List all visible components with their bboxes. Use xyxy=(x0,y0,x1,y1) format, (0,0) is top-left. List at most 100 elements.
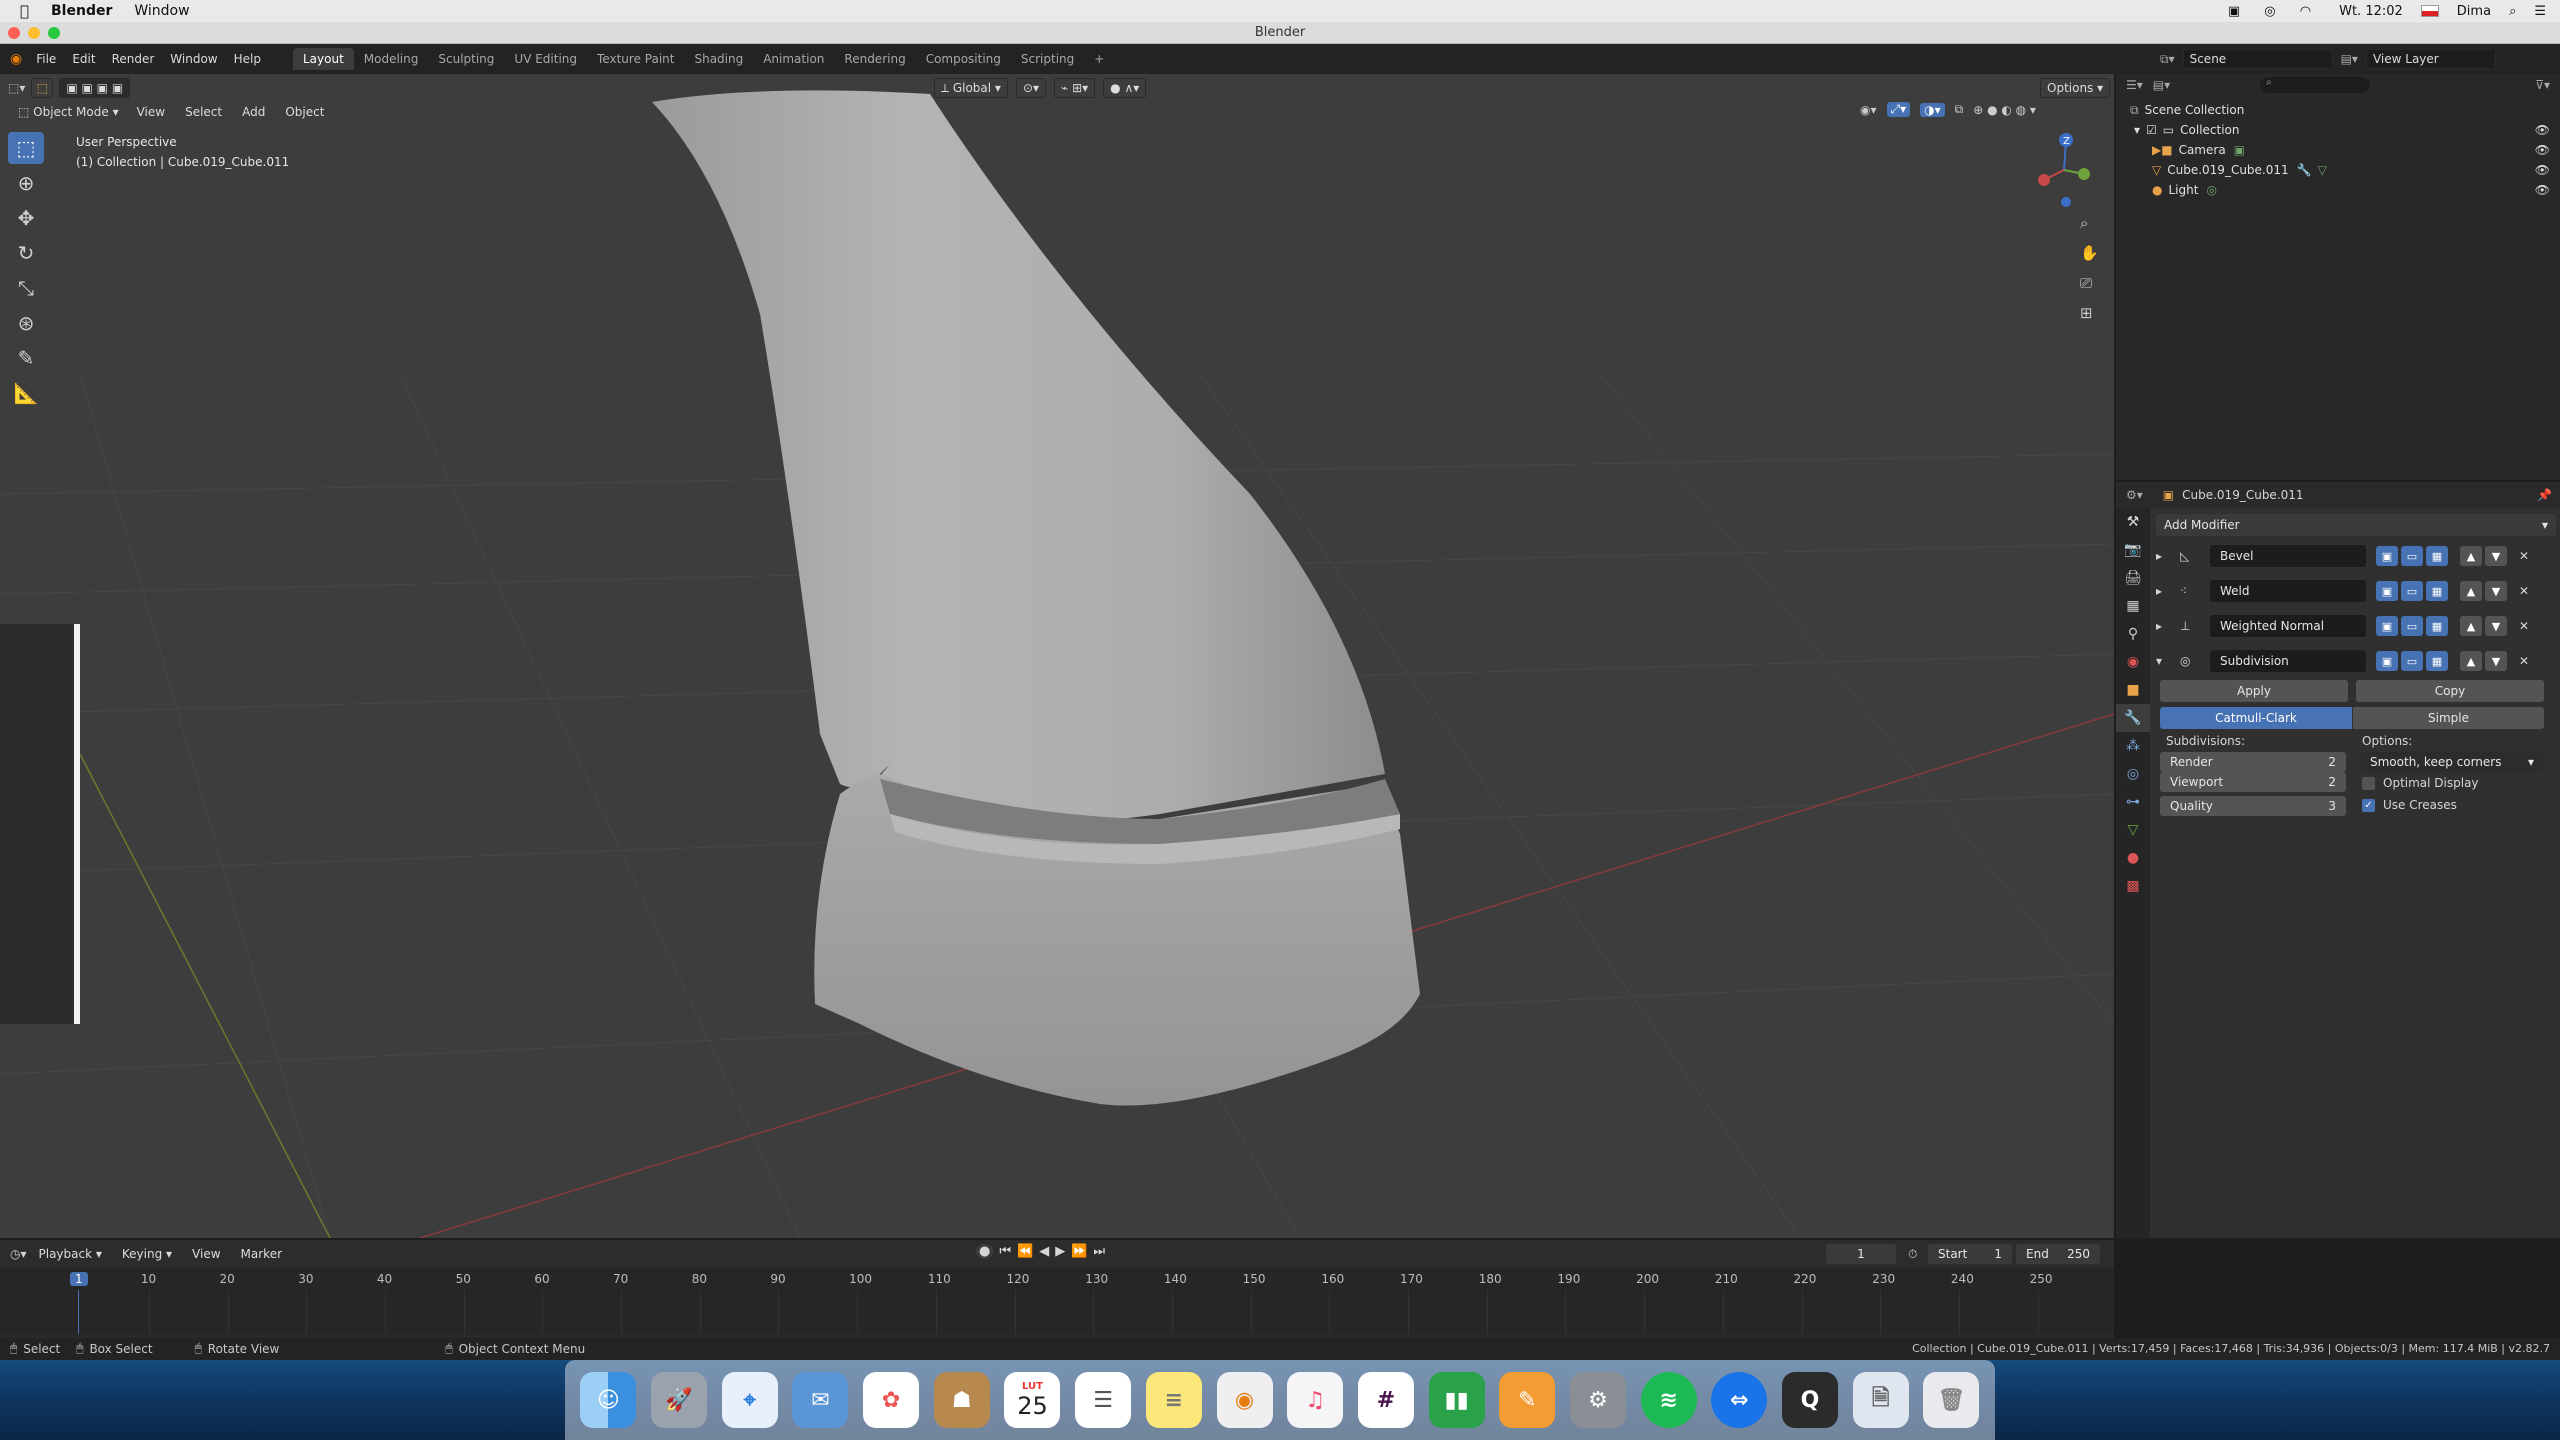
pin-icon[interactable]: 📌 xyxy=(2537,488,2552,502)
photos-icon[interactable]: ✿ xyxy=(863,1372,920,1428)
move-down-icon[interactable]: ▼ xyxy=(2485,651,2507,671)
tab-sculpting[interactable]: Sculpting xyxy=(428,48,504,70)
menu-timeline-view[interactable]: View xyxy=(184,1247,228,1261)
spotlight-icon[interactable]: ⌕ xyxy=(2509,4,2516,19)
pages-icon[interactable]: ✎ xyxy=(1499,1372,1556,1428)
outliner-scene-collection[interactable]: ⧉ Scene Collection xyxy=(2126,100,2550,120)
measure-tool-icon[interactable]: 📐 xyxy=(8,377,44,409)
move-tool-icon[interactable]: ✥ xyxy=(8,202,44,234)
modifier-name-field[interactable]: Weighted Normal xyxy=(2210,615,2366,637)
move-up-icon[interactable]: ▲ xyxy=(2460,616,2482,636)
modifier-subdivision[interactable]: ▾ ◎ Subdivision ▣ ▭ ▦ ▲ ▼ ✕ xyxy=(2156,647,2556,675)
render-toggle-icon[interactable]: ▦ xyxy=(2426,651,2448,671)
eye-icon[interactable]: 👁 xyxy=(2535,183,2550,197)
tab-texture-paint[interactable]: Texture Paint xyxy=(587,48,684,70)
render-toggle-icon[interactable]: ▦ xyxy=(2426,546,2448,566)
viewport-toggle-icon[interactable]: ▭ xyxy=(2401,616,2423,636)
camera-view-icon[interactable]: ⎚ xyxy=(2080,274,2099,292)
editmode-toggle-icon[interactable]: ▣ xyxy=(2376,581,2398,601)
modifier-weld[interactable]: ▸ ⁖ Weld ▣ ▭ ▦ ▲ ▼ ✕ xyxy=(2156,577,2556,605)
render-toggle-icon[interactable]: ▦ xyxy=(2426,616,2448,636)
rotate-tool-icon[interactable]: ↻ xyxy=(8,237,44,269)
blender-icon[interactable]: ◉ xyxy=(1216,1372,1273,1428)
object-tab-icon[interactable]: ■ xyxy=(2116,676,2150,704)
record-icon[interactable]: ● xyxy=(976,1244,994,1259)
simple-button[interactable]: Simple xyxy=(2353,707,2544,729)
outliner-item-light[interactable]: ● Light ◎ 👁 xyxy=(2126,180,2550,200)
expand-icon[interactable]: ▾ xyxy=(2156,654,2180,668)
modifier-tab-icon[interactable]: 🔧 xyxy=(2116,704,2150,732)
snap-toggle[interactable]: ⌁ ⊞▾ xyxy=(1054,78,1096,98)
transform-orientation-dropdown[interactable]: ⟂ Global ▾ xyxy=(934,78,1008,98)
uv-smooth-dropdown[interactable]: Smooth, keep corners ▾ xyxy=(2360,752,2544,772)
gizmo-toggle-icon[interactable]: ⤢▾ xyxy=(1886,102,1911,117)
select-mode-new-icon[interactable]: ⬚ xyxy=(31,78,54,98)
teamviewer-icon[interactable]: ⇔ xyxy=(1711,1372,1768,1428)
collapse-icon[interactable]: ▸ xyxy=(2156,584,2180,598)
outliner-collection[interactable]: ▾ ☑ ▭ Collection 👁 xyxy=(2126,120,2550,140)
jump-start-icon[interactable]: ⏮ xyxy=(999,1244,1011,1259)
viewport-toggle-icon[interactable]: ▭ xyxy=(2401,651,2423,671)
safari-icon[interactable]: ⌖ xyxy=(721,1372,778,1428)
ortho-grid-icon[interactable]: ⊞ xyxy=(2080,304,2099,322)
menu-select[interactable]: Select xyxy=(177,105,230,119)
menu-render[interactable]: Render xyxy=(104,52,163,66)
shading-mode-group[interactable]: ⊕ ● ◐ ◍ ▾ xyxy=(1973,103,2036,117)
zoom-icon-nav[interactable]: ⌕ xyxy=(2080,214,2099,232)
collapse-icon[interactable]: ▸ xyxy=(2156,549,2180,563)
menu-marker[interactable]: Marker xyxy=(233,1247,290,1261)
minimize-icon[interactable] xyxy=(28,27,40,39)
cursor-tool-icon[interactable]: ⊕ xyxy=(8,167,44,199)
tab-animation[interactable]: Animation xyxy=(753,48,834,70)
reminders-icon[interactable]: ☰ xyxy=(1075,1372,1132,1428)
camera-data-icon[interactable]: ▣ xyxy=(2234,143,2245,157)
modifier-name-field[interactable]: Weld xyxy=(2210,580,2366,602)
remove-modifier-icon[interactable]: ✕ xyxy=(2519,549,2529,563)
trash-icon[interactable]: 🗑 xyxy=(1923,1372,1980,1428)
modifier-bevel[interactable]: ▸ ◺ Bevel ▣ ▭ ▦ ▲ ▼ ✕ xyxy=(2156,542,2556,570)
status-icons[interactable]: ▣ ◎ ◠ xyxy=(2228,4,2321,19)
3d-viewport[interactable]: ⬚▾ ⬚ ▣ ▣ ▣ ▣ ⟂ Global ▾ ⊙▾ ⌁ ⊞▾ ● ∧▾ Opt… xyxy=(0,74,2114,1238)
filter-icon[interactable]: ⊽▾ xyxy=(2535,78,2550,92)
editmode-toggle-icon[interactable]: ▣ xyxy=(2376,546,2398,566)
proportional-edit-toggle[interactable]: ● ∧▾ xyxy=(1103,78,1147,98)
frame-ruler[interactable]: 1 10 20 30 40 50 60 70 80 90 100 110 120 130 140 150 160… xyxy=(0,1268,2114,1334)
user-name[interactable]: Dima xyxy=(2457,4,2491,19)
copy-button[interactable]: Copy xyxy=(2356,680,2544,702)
notes-icon[interactable]: ≡ xyxy=(1145,1372,1202,1428)
play-reverse-icon[interactable]: ◀ xyxy=(1039,1244,1049,1259)
tab-layout[interactable]: Layout xyxy=(292,48,354,70)
menu-window[interactable]: Window xyxy=(162,52,225,66)
output-tab-icon[interactable]: 🖨 xyxy=(2116,564,2150,592)
move-down-icon[interactable]: ▼ xyxy=(2485,546,2507,566)
stopwatch-icon[interactable]: ⏱ xyxy=(1908,1247,1917,1262)
flag-icon[interactable] xyxy=(2420,5,2439,17)
editmode-toggle-icon[interactable]: ▣ xyxy=(2376,651,2398,671)
end-frame-field[interactable]: End 250 xyxy=(2016,1244,2100,1264)
properties-type-icon[interactable]: ⚙▾ xyxy=(2126,488,2143,502)
zoom-icon[interactable] xyxy=(48,27,60,39)
quality-field[interactable]: Quality 3 xyxy=(2160,796,2346,816)
viewport-toggle-icon[interactable]: ▭ xyxy=(2401,546,2423,566)
annotate-tool-icon[interactable]: ✎ xyxy=(8,342,44,374)
physics-tab-icon[interactable]: ◎ xyxy=(2116,760,2150,788)
menu-object[interactable]: Object xyxy=(277,105,332,119)
slack-icon[interactable]: # xyxy=(1357,1372,1414,1428)
move-up-icon[interactable]: ▲ xyxy=(2460,651,2482,671)
current-frame-field[interactable]: 1 xyxy=(1826,1244,1896,1264)
texture-tab-icon[interactable]: ▩ xyxy=(2116,872,2150,900)
outliner-display-icon[interactable]: ▤▾ xyxy=(2153,78,2170,92)
visibility-icon[interactable]: ◉▾ xyxy=(1860,103,1877,117)
remove-modifier-icon[interactable]: ✕ xyxy=(2519,584,2529,598)
tab-modeling[interactable]: Modeling xyxy=(354,48,429,70)
render-levels-field[interactable]: Render 2 xyxy=(2160,752,2346,772)
render-toggle-icon[interactable]: ▦ xyxy=(2426,581,2448,601)
move-up-icon[interactable]: ▲ xyxy=(2460,546,2482,566)
apple-icon[interactable]:  xyxy=(20,2,29,20)
use-creases-checkbox[interactable]: ✓ Use Creases xyxy=(2362,798,2457,812)
tab-rendering[interactable]: Rendering xyxy=(834,48,915,70)
menu-help[interactable]: Help xyxy=(226,52,269,66)
eye-icon[interactable]: 👁 xyxy=(2535,123,2550,137)
select-mode-group[interactable]: ▣ ▣ ▣ ▣ xyxy=(59,78,131,98)
scale-tool-icon[interactable]: ⤡ xyxy=(8,272,44,304)
